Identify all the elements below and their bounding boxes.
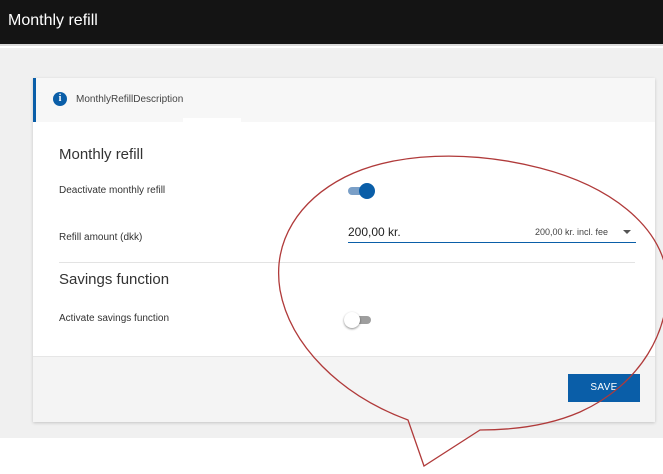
info-banner-text: MonthlyRefillDescription <box>76 94 184 105</box>
section-divider <box>59 262 635 263</box>
activate-savings-function-label: Activate savings function <box>59 313 170 324</box>
savings-function-title: Savings function <box>59 271 170 288</box>
save-button[interactable]: SAVE <box>568 374 640 402</box>
card-footer <box>33 356 655 422</box>
refill-amount-select[interactable]: 200,00 kr. 200,00 kr. incl. fee <box>348 221 636 243</box>
refill-amount-fee: 200,00 kr. incl. fee <box>534 227 608 237</box>
caret-down-icon[interactable] <box>623 230 631 234</box>
deactivate-monthly-refill-label: Deactivate monthly refill <box>59 185 166 196</box>
activate-savings-function-toggle[interactable] <box>344 311 374 329</box>
toggle-knob <box>359 183 375 199</box>
banner-notch <box>183 118 241 124</box>
monthly-refill-title: Monthly refill <box>59 146 144 163</box>
info-banner: i MonthlyRefillDescription <box>33 78 655 122</box>
toggle-knob <box>344 312 360 328</box>
info-icon: i <box>53 92 67 106</box>
refill-amount-label: Refill amount (dkk) <box>59 232 143 243</box>
page-title: Monthly refill <box>8 12 98 29</box>
deactivate-monthly-refill-toggle[interactable] <box>345 182 375 200</box>
refill-amount-value: 200,00 kr. <box>348 225 401 239</box>
settings-card: i MonthlyRefillDescription Monthly refil… <box>33 78 655 422</box>
app-header: Monthly refill <box>0 0 663 46</box>
